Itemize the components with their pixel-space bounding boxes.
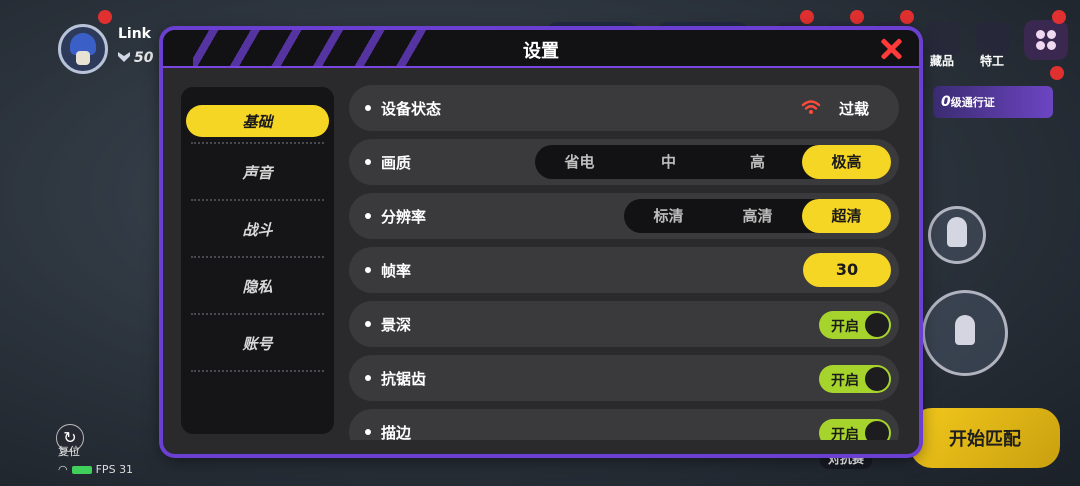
wifi-status-icon: ◠	[58, 463, 68, 476]
notification-dot	[850, 10, 864, 24]
settings-title: 设置	[523, 41, 559, 62]
setting-row-quality: 画质 省电 中 高 极高	[349, 139, 899, 185]
setting-label: 抗锯齿	[381, 370, 427, 388]
tab-account[interactable]: 账号	[181, 315, 334, 372]
setting-row-device-status: 设备状态 过载	[349, 85, 899, 131]
resolution-option-hd[interactable]: 高清	[713, 199, 802, 233]
reset-label: 复位	[58, 445, 80, 458]
character-icon	[947, 217, 967, 247]
setting-row-resolution: 分辨率 标清 高清 超清	[349, 193, 899, 239]
tab-basic[interactable]: 基础	[181, 87, 334, 144]
settings-sidebar: 基础 声音 战斗 隐私 账号	[181, 87, 334, 434]
rank-icon	[118, 52, 130, 62]
outline-toggle[interactable]: 开启	[819, 419, 891, 440]
battle-pass-button[interactable]: 0 级通行证	[933, 86, 1053, 118]
resolution-selector: 标清 高清 超清	[624, 199, 891, 233]
main-menu-button[interactable]	[1024, 20, 1068, 60]
close-icon[interactable]	[879, 37, 903, 61]
player-name: Link	[118, 26, 151, 42]
toggle-knob	[865, 421, 889, 440]
skill-button[interactable]	[928, 206, 986, 264]
setting-label: 设备状态	[381, 100, 442, 118]
setting-label: 描边	[381, 424, 412, 440]
toggle-knob	[865, 367, 889, 391]
setting-row-outline: 描边 开启	[349, 409, 899, 440]
notification-dot	[800, 10, 814, 24]
fps-status: ◠ FPS 31	[58, 463, 134, 476]
character-icon	[955, 315, 975, 345]
setting-row-framerate: 帧率 30	[349, 247, 899, 293]
collection-icon[interactable]	[926, 22, 960, 56]
player-level: 50	[118, 50, 153, 66]
tab-privacy[interactable]: 隐私	[181, 258, 334, 315]
device-status-value: 过载	[838, 100, 869, 118]
collection-label: 藏品	[930, 54, 955, 68]
resolution-option-sd[interactable]: 标清	[624, 199, 713, 233]
notification-dot	[1050, 66, 1064, 80]
notification-dot	[98, 10, 112, 24]
agent-icon[interactable]	[976, 22, 1010, 56]
settings-header: 设置	[163, 30, 919, 68]
quality-option-medium[interactable]: 中	[624, 145, 713, 179]
framerate-selector[interactable]: 30	[803, 253, 891, 287]
notification-dot	[1052, 10, 1066, 24]
settings-panel: 设置 基础 声音 战斗 隐私 账号 设备状态 过载 画质 省电 中 高 极高 分…	[163, 30, 919, 454]
start-match-button[interactable]: 开始匹配	[910, 408, 1060, 468]
quality-selector: 省电 中 高 极高	[535, 145, 891, 179]
tab-sound[interactable]: 声音	[181, 144, 334, 201]
setting-label: 分辨率	[381, 208, 427, 226]
setting-label: 画质	[381, 154, 412, 172]
setting-label: 景深	[381, 316, 412, 334]
setting-label: 帧率	[381, 262, 412, 280]
player-avatar[interactable]	[58, 24, 108, 74]
toggle-knob	[865, 313, 889, 337]
action-button[interactable]	[922, 290, 1008, 376]
setting-row-anti-aliasing: 抗锯齿 开启	[349, 355, 899, 401]
tab-battle[interactable]: 战斗	[181, 201, 334, 258]
quality-option-high[interactable]: 高	[713, 145, 802, 179]
depth-of-field-toggle[interactable]: 开启	[819, 311, 891, 339]
settings-content: 设备状态 过载 画质 省电 中 高 极高 分辨率 标清 高清 超清 帧率 30 …	[349, 85, 901, 440]
quality-option-power-save[interactable]: 省电	[535, 145, 624, 179]
agent-label: 特工	[980, 54, 1005, 68]
setting-row-depth-of-field: 景深 开启	[349, 301, 899, 347]
resolution-option-uhd[interactable]: 超清	[802, 199, 891, 233]
anti-aliasing-toggle[interactable]: 开启	[819, 365, 891, 393]
quality-option-ultra[interactable]: 极高	[802, 145, 891, 179]
wifi-warning-icon	[801, 100, 821, 114]
notification-dot	[900, 10, 914, 24]
battery-icon	[71, 466, 92, 474]
